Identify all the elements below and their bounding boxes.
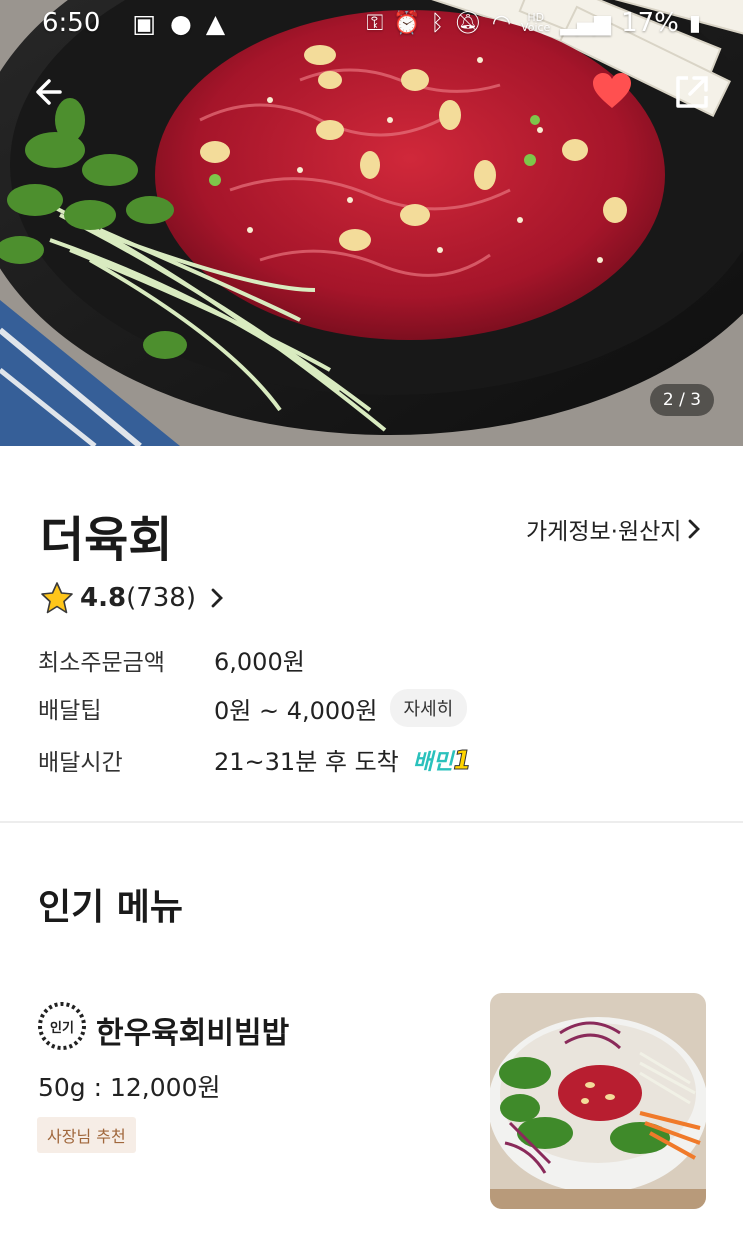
delivery-tip-detail-button[interactable]: 자세히 bbox=[389, 689, 468, 727]
wifi-icon: ◠ bbox=[491, 10, 512, 36]
store-info-link[interactable]: 가게정보·원산지 bbox=[526, 512, 701, 546]
gallery-icon: ▣ bbox=[132, 8, 157, 38]
rating-row[interactable]: 4.8 (738) bbox=[40, 578, 224, 618]
review-count: (738) bbox=[126, 583, 196, 613]
chevron-right-icon bbox=[211, 588, 223, 608]
favorite-heart-icon[interactable] bbox=[590, 70, 634, 114]
owner-recommend-tag: 사장님 추천 bbox=[37, 1117, 136, 1153]
menu-item-price: 50g : 12,000원 bbox=[38, 1073, 221, 1102]
delivery-tip-value: 0원 ~ 4,000원 bbox=[214, 696, 378, 725]
min-order-row: 최소주문금액 6,000원 bbox=[38, 642, 305, 677]
baemin-one-logo: 배민1 bbox=[413, 744, 472, 776]
chat-icon: ● bbox=[170, 8, 192, 38]
share-icon[interactable] bbox=[670, 70, 714, 114]
rating-score: 4.8 bbox=[80, 583, 127, 613]
store-info-label: 가게정보·원산지 bbox=[526, 519, 682, 545]
battery-percent: 17% bbox=[621, 8, 679, 38]
popular-badge-label: 인기 bbox=[50, 1020, 74, 1036]
menu-item-thumbnail[interactable] bbox=[490, 993, 706, 1209]
image-page-indicator: 2 / 3 bbox=[650, 384, 714, 416]
baemin-one-number: 1 bbox=[453, 745, 472, 776]
hd-voice-icon: HD Voice bbox=[521, 12, 551, 34]
mute-icon: 🔕︎ bbox=[453, 10, 482, 36]
menu-item-name: 한우육회비빔밥 bbox=[96, 1016, 290, 1051]
status-bar: 6:50 ▣ ● ▲ ⚿ ⏰ ᛒ 🔕︎ ◠ HD Voice ▂▄▆ 17% ▮ bbox=[0, 0, 743, 46]
alarm-icon: ⏰ bbox=[393, 10, 421, 36]
chevron-right-icon bbox=[689, 519, 701, 539]
hero-food-image[interactable]: 6:50 ▣ ● ▲ ⚿ ⏰ ᛒ 🔕︎ ◠ HD Voice ▂▄▆ 17% ▮… bbox=[0, 0, 743, 446]
min-order-value: 6,000원 bbox=[214, 648, 305, 676]
yukhoe-photo bbox=[0, 0, 743, 446]
status-time: 6:50 bbox=[42, 8, 101, 38]
key-icon: ⚿ bbox=[366, 10, 384, 36]
store-name: 더육회 bbox=[40, 512, 173, 568]
section-divider bbox=[0, 821, 743, 823]
battery-charging-icon: ▮ bbox=[688, 10, 701, 36]
voice-label: Voice bbox=[521, 21, 551, 34]
signal-icon: ▂▄▆ bbox=[560, 10, 612, 36]
back-arrow-icon[interactable] bbox=[30, 70, 74, 114]
popular-badge: 인기 bbox=[36, 1000, 88, 1052]
bibimbap-photo bbox=[490, 993, 706, 1209]
popular-menu-title: 인기 메뉴 bbox=[38, 887, 184, 928]
star-icon bbox=[41, 582, 73, 614]
delivery-time-value: 21~31분 후 도착 bbox=[214, 748, 399, 776]
navigation-icon: ▲ bbox=[205, 8, 226, 38]
delivery-time-label: 배달시간 bbox=[38, 749, 123, 776]
bluetooth-icon: ᛒ bbox=[430, 10, 444, 36]
delivery-time-row: 배달시간 21~31분 후 도착 배민1 bbox=[38, 742, 472, 777]
baemin-one-text: 배민 bbox=[412, 749, 454, 775]
delivery-tip-label: 배달팁 bbox=[38, 698, 102, 724]
menu-item[interactable]: 인기 한우육회비빔밥 50g : 12,000원 사장님 추천 bbox=[0, 990, 743, 1220]
min-order-label: 최소주문금액 bbox=[38, 649, 165, 676]
delivery-tip-row: 배달팁 0원 ~ 4,000원 자세히 bbox=[38, 689, 468, 727]
